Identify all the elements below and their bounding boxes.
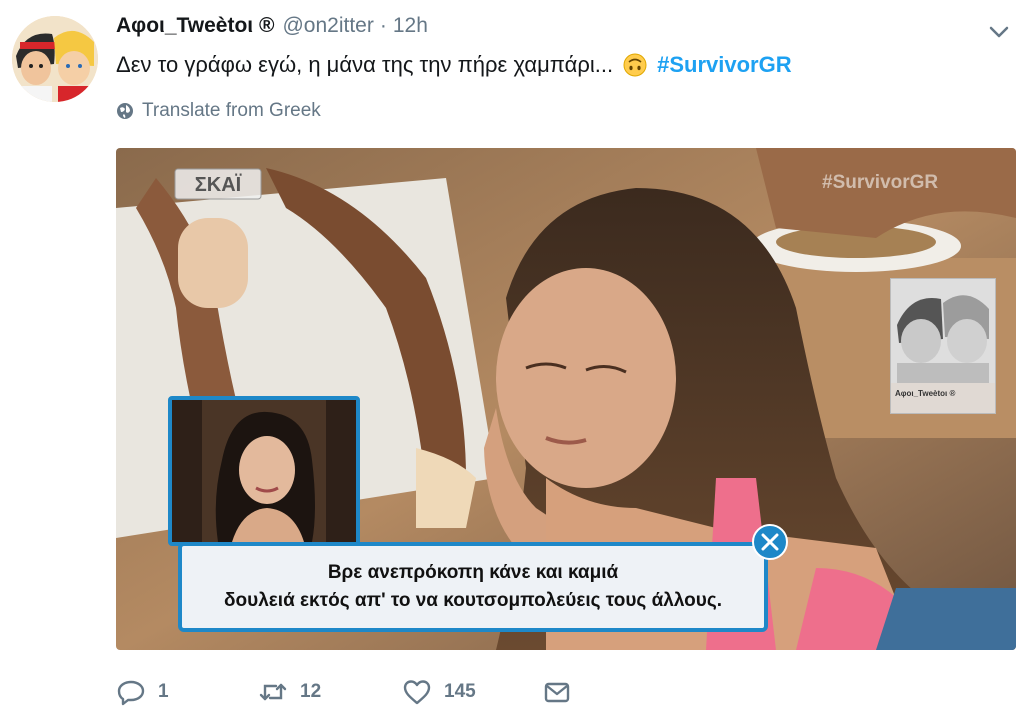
reply-count: 1 [158,681,169,702]
watermark-avatar-card: Αφοι_Tweètoι ® [890,278,996,414]
like-count: 145 [444,681,476,702]
close-icon [752,524,788,560]
tweet-actions: 1 12 145 [116,674,572,710]
display-name[interactable]: Αφοι_Tweètoι ® [116,14,274,38]
channel-logo: ΣΚΑΪ [174,168,262,200]
retweet-icon [259,683,287,701]
tweet-header: Αφοι_Tweètoι ® @on2itter · 12h [116,14,428,46]
envelope-icon [544,682,570,703]
hashtag-link[interactable]: #SurvivorGR [657,52,792,78]
retweet-count: 12 [300,681,322,702]
subtitle-box: Βρε ανεπρόκοπη κάνε και καμιά δουλειά εκ… [178,542,768,632]
chevron-down-icon[interactable] [986,22,1012,42]
reply-icon [117,680,145,706]
hashtag-watermark: #SurvivorGR [822,172,939,193]
heart-icon [403,680,431,705]
upside-down-face-icon [623,53,647,77]
separator: · [379,14,387,37]
tweet-body: Δεν το γράφω εγώ, η μάνα της την πήρε χα… [116,52,614,77]
tweet-text: Δεν το γράφω εγώ, η μάνα της την πήρε χα… [116,52,792,78]
channel-logo-text: ΣΚΑΪ [195,173,242,196]
reply-button[interactable]: 1 [116,677,258,707]
avatar[interactable] [12,16,98,102]
like-button[interactable]: 145 [402,677,542,707]
globe-icon [117,103,133,119]
tweet: Αφοι_Tweètoι ® @on2itter · 12h Δεν το γρ… [0,0,1024,715]
direct-message-button[interactable] [542,677,572,707]
subtitle-line-2: δουλειά εκτός απ' το να κουτσομπολεύεις … [224,590,722,611]
user-handle[interactable]: @on2itter [282,14,373,38]
timestamp[interactable]: 12h [393,14,428,38]
retweet-button[interactable]: 12 [258,677,402,707]
inset-photo [168,396,360,546]
subtitle-line-1: Βρε ανεπρόκοπη κάνε και καμιά [327,562,619,583]
watermark-name: Αφοι_Tweètoι ® [895,389,956,398]
translate-label[interactable]: Translate from Greek [142,100,321,122]
translate-link[interactable]: Translate from Greek [116,100,321,122]
